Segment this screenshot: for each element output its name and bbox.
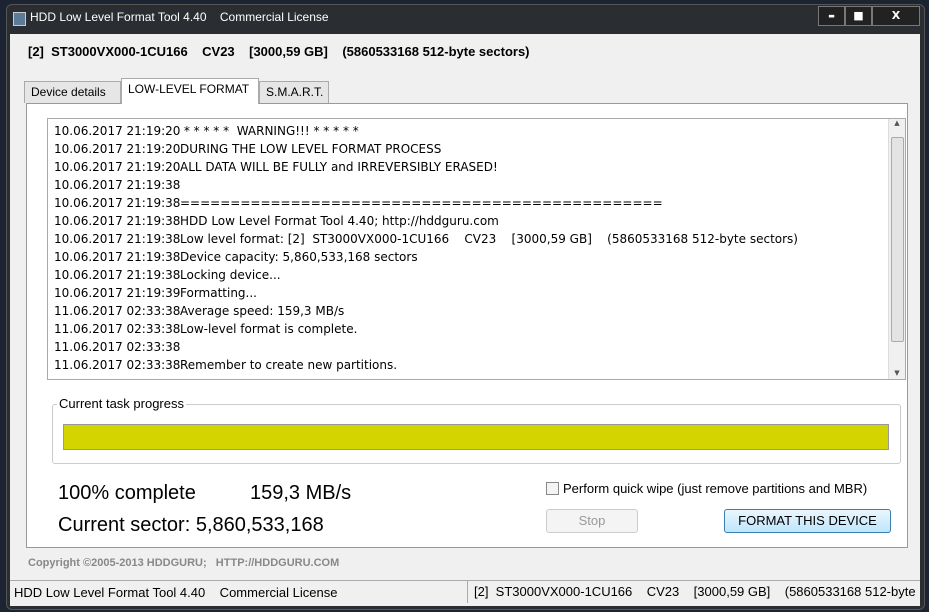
log-row: 10.06.2017 21:19:20DURING THE LOW LEVEL … (54, 140, 905, 158)
log-row: 10.06.2017 21:19:39Formatting... (54, 284, 905, 302)
log-timestamp: 11.06.2017 02:33:38 (54, 322, 181, 336)
maximize-button[interactable]: ■ (845, 6, 872, 26)
device-header: [2] ST3000VX000-1CU166 CV23 [3000,59 GB]… (28, 44, 530, 59)
log-timestamp: 10.06.2017 21:19:39 (54, 286, 181, 300)
log-message: Low-level format is complete. (180, 322, 358, 336)
window-title: HDD Low Level Format Tool 4.40 Commercia… (30, 10, 329, 24)
log-message: * * * * * WARNING!!! * * * * * (180, 124, 359, 138)
log-timestamp: 10.06.2017 21:19:20 (54, 160, 181, 174)
close-button[interactable]: X (872, 6, 920, 26)
quick-wipe-label: Perform quick wipe (just remove partitio… (563, 481, 868, 496)
log-row: 10.06.2017 21:19:38Device capacity: 5,86… (54, 248, 905, 266)
log-timestamp: 10.06.2017 21:19:38 (54, 250, 181, 264)
log-timestamp: 10.06.2017 21:19:38 (54, 214, 181, 228)
progress-bar (63, 424, 889, 450)
log-message: Low level format: [2] ST3000VX000-1CU166… (180, 232, 798, 246)
progress-group-label: Current task progress (57, 396, 186, 411)
app-icon (13, 12, 26, 26)
copyright: Copyright ©2005-2013 HDDGURU; HTTP://HDD… (28, 557, 340, 569)
log-row: 10.06.2017 21:19:38=====================… (54, 194, 905, 212)
log-row: 10.06.2017 21:19:38 (54, 176, 905, 194)
tab-device-details[interactable]: Device details (24, 81, 121, 103)
minimize-button[interactable]: ▬ (818, 6, 845, 26)
log-row: 10.06.2017 21:19:38Locking device... (54, 266, 905, 284)
checkbox-box[interactable] (546, 482, 559, 495)
log-timestamp: 11.06.2017 02:33:38 (54, 358, 181, 372)
client-area: [2] ST3000VX000-1CU166 CV23 [3000,59 GB]… (10, 34, 920, 606)
format-device-button[interactable]: FORMAT THIS DEVICE (724, 509, 891, 533)
quick-wipe-checkbox[interactable]: Perform quick wipe (just remove partitio… (546, 481, 867, 496)
log-row: 11.06.2017 02:33:38Low-level format is c… (54, 320, 905, 338)
log-message: Remember to create new partitions. (180, 358, 398, 372)
log-message: Device capacity: 5,860,533,168 sectors (180, 250, 418, 264)
log-message: ========================================… (180, 196, 663, 210)
format-panel: 10.06.2017 21:19:20 * * * * * WARNING!!!… (26, 103, 908, 548)
log-message: HDD Low Level Format Tool 4.40; http://h… (180, 214, 499, 228)
scroll-up-icon[interactable]: ▲ (889, 119, 905, 127)
log-timestamp: 10.06.2017 21:19:38 (54, 232, 181, 246)
tab-smart[interactable]: S.M.A.R.T. (259, 81, 329, 103)
log-timestamp: 10.06.2017 21:19:38 (54, 178, 181, 192)
log-row: 11.06.2017 02:33:38Remember to create ne… (54, 356, 905, 374)
scroll-thumb[interactable] (891, 137, 904, 342)
tab-low-level-format[interactable]: LOW-LEVEL FORMAT (121, 78, 259, 104)
percent-complete: 100% complete (58, 482, 196, 504)
log-message: Locking device... (180, 268, 281, 282)
log-row: 10.06.2017 21:19:20 * * * * * WARNING!!!… (54, 122, 905, 140)
log-row: 11.06.2017 02:33:38 (54, 338, 905, 356)
log-timestamp: 10.06.2017 21:19:20 (54, 142, 181, 156)
log-timestamp: 10.06.2017 21:19:38 (54, 268, 181, 282)
speed: 159,3 MB/s (250, 482, 352, 504)
log-row: 11.06.2017 02:33:38Average speed: 159,3 … (54, 302, 905, 320)
status-app: HDD Low Level Format Tool 4.40 Commercia… (14, 585, 338, 600)
log-timestamp: 10.06.2017 21:19:38 (54, 196, 181, 210)
log-row: 10.06.2017 21:19:38HDD Low Level Format … (54, 212, 905, 230)
log-message: ALL DATA WILL BE FULLY and IRREVERSIBLY … (180, 160, 498, 174)
current-sector: Current sector: 5,860,533,168 (58, 514, 324, 536)
log-row: 10.06.2017 21:19:38Low level format: [2]… (54, 230, 905, 248)
stop-button[interactable]: Stop (546, 509, 638, 533)
log-list[interactable]: 10.06.2017 21:19:20 * * * * * WARNING!!!… (47, 118, 906, 380)
log-message: Average speed: 159,3 MB/s (180, 304, 345, 318)
status-device: [2] ST3000VX000-1CU166 CV23 [3000,59 GB]… (467, 581, 916, 603)
log-row: 10.06.2017 21:19:20ALL DATA WILL BE FULL… (54, 158, 905, 176)
log-message: DURING THE LOW LEVEL FORMAT PROCESS (180, 142, 442, 156)
log-scrollbar[interactable]: ▲ ▼ (888, 119, 905, 379)
status-bar: HDD Low Level Format Tool 4.40 Commercia… (10, 580, 920, 604)
log-message: Formatting... (180, 286, 257, 300)
log-timestamp: 10.06.2017 21:19:20 (54, 124, 181, 138)
log-timestamp: 11.06.2017 02:33:38 (54, 304, 181, 318)
log-timestamp: 11.06.2017 02:33:38 (54, 340, 181, 354)
scroll-down-icon[interactable]: ▼ (889, 369, 905, 377)
progress-fill (64, 425, 888, 449)
